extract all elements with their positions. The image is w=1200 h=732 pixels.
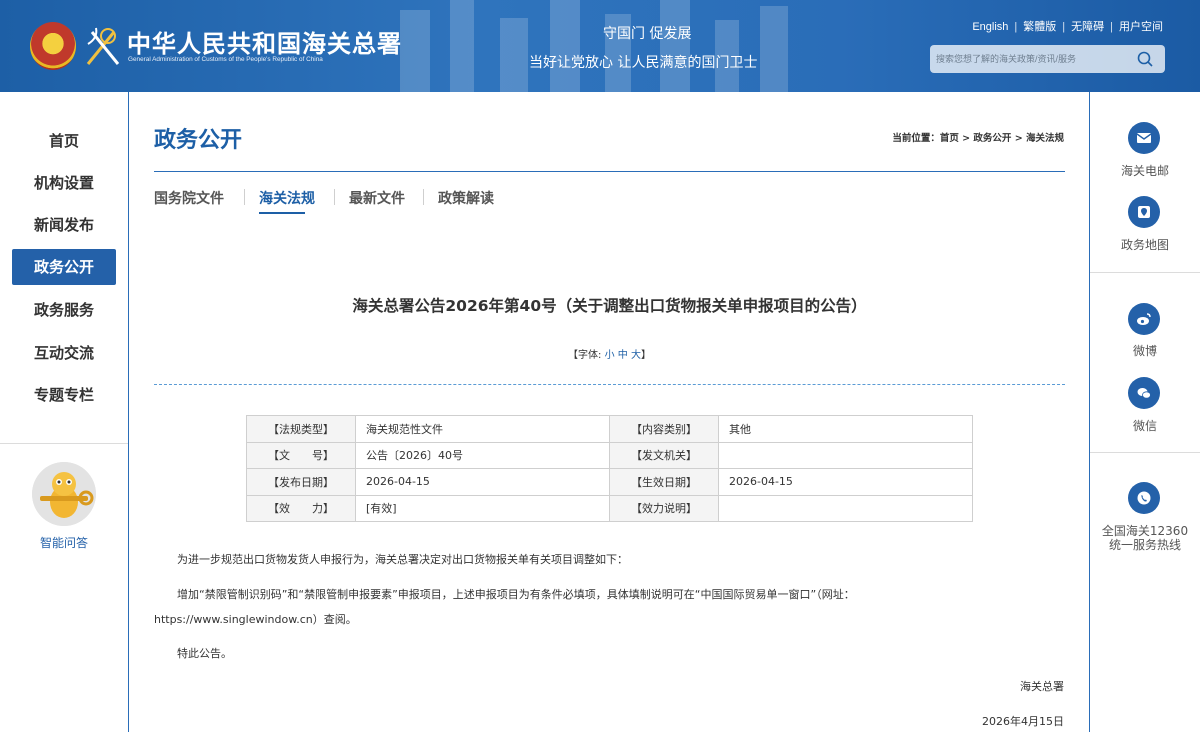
divider	[1090, 272, 1200, 273]
meta-key: 【效力说明】	[609, 494, 719, 522]
phone-icon[interactable]	[1128, 482, 1160, 514]
site-header: 中华人民共和国海关总署 General Administration of Cu…	[0, 0, 1200, 92]
table-row: 【法规类型】 海关规范性文件 【内容类别】 其他	[246, 415, 973, 443]
divider	[1090, 452, 1200, 453]
divider	[244, 189, 245, 205]
customs-badge-logo[interactable]	[84, 24, 122, 68]
weibo-icon[interactable]	[1128, 303, 1160, 335]
body-paragraph: 增加“禁限管制识别码”和“禁限管制申报要素”申报项目，上述申报项目为有条件必填项…	[177, 588, 855, 601]
tab-latest-docs[interactable]: 最新文件	[349, 188, 405, 208]
national-emblem-logo[interactable]	[30, 22, 76, 70]
search-input[interactable]	[936, 50, 1126, 68]
font-size-prefix: 【字体:	[568, 350, 605, 361]
wechat-icon[interactable]	[1128, 377, 1160, 409]
link-english[interactable]: English	[972, 21, 1008, 33]
site-logo-title[interactable]: 中华人民共和国海关总署	[127, 24, 402, 59]
assistant-label[interactable]: 智能问答	[0, 534, 128, 551]
tab-policy-interpretation[interactable]: 政策解读	[438, 188, 494, 208]
nav-item-news[interactable]: 新闻发布	[12, 207, 116, 243]
divider	[154, 384, 1065, 385]
left-sidebar: 首页 机构设置 新闻发布 政务公开 政务服务 互动交流 专题专栏 智能问答	[0, 92, 129, 732]
active-tab-indicator	[259, 212, 305, 214]
divider	[154, 171, 1065, 172]
link-accessibility[interactable]: 无障碍	[1071, 21, 1104, 33]
font-large-button[interactable]: 大	[631, 350, 641, 361]
site-logo-english: General Administration of Customs of the…	[128, 56, 323, 63]
table-row: 【文 号】 公告〔2026〕40号 【发文机关】	[246, 441, 973, 469]
meta-value: 海关规范性文件	[355, 415, 610, 443]
font-size-suffix: 】	[640, 350, 651, 361]
nav-item-gov-service[interactable]: 政务服务	[12, 292, 116, 328]
meta-key: 【文 号】	[246, 441, 356, 469]
assistant-mascot-icon[interactable]	[32, 462, 96, 526]
body-paragraph-continued: https://www.singlewindow.cn）查阅。	[154, 613, 357, 626]
divider	[334, 189, 335, 205]
meta-value	[718, 441, 973, 469]
search-icon[interactable]	[1137, 51, 1153, 67]
nav-item-gov-info[interactable]: 政务公开	[12, 249, 116, 285]
document-date: 2026年4月15日	[982, 715, 1064, 728]
meta-value	[718, 494, 973, 522]
table-row: 【发布日期】 2026-04-15 【生效日期】 2026-04-15	[246, 468, 973, 496]
divider: |	[1014, 21, 1018, 33]
document-title: 海关总署公告2026年第40号（关于调整出口货物报关单申报项目的公告）	[352, 297, 867, 315]
meta-value: 其他	[718, 415, 973, 443]
meta-key: 【发文机关】	[609, 441, 719, 469]
meta-key: 【生效日期】	[609, 468, 719, 496]
tab-state-council-docs[interactable]: 国务院文件	[154, 188, 224, 208]
right-label-weibo[interactable]: 微博	[1090, 344, 1200, 358]
meta-value: 2026-04-15	[718, 468, 973, 496]
top-links: English | 繁體版 | 无障碍 | 用户空间	[972, 18, 1163, 34]
table-row: 【效 力】 [有效] 【效力说明】	[246, 494, 973, 522]
search-box	[930, 45, 1165, 73]
page-title: 政务公开	[154, 127, 243, 153]
right-label-wechat[interactable]: 微信	[1090, 419, 1200, 433]
right-sidebar: 海关电邮 政务地图 微博 微信 全国海关12360 统一服务热线	[1089, 92, 1200, 732]
right-label-map[interactable]: 政务地图	[1090, 238, 1200, 252]
font-size-selector: 【字体: 小 中 大】	[154, 346, 1065, 361]
hotline-line-1: 全国海关12360	[1101, 524, 1189, 538]
map-icon[interactable]	[1128, 196, 1160, 228]
nav-item-organization[interactable]: 机构设置	[12, 165, 116, 201]
link-user-space[interactable]: 用户空间	[1119, 21, 1163, 33]
right-label-hotline[interactable]: 全国海关12360 统一服务热线	[1090, 524, 1200, 552]
divider	[0, 443, 128, 444]
font-small-button[interactable]: 小	[605, 350, 615, 361]
hotline-line-2: 统一服务热线	[1108, 538, 1181, 552]
slogan-line-1: 守国门 促发展	[603, 26, 692, 42]
font-medium-button[interactable]: 中	[618, 350, 628, 361]
divider: |	[1062, 21, 1066, 33]
signature: 海关总署	[1020, 680, 1064, 693]
nav-item-home[interactable]: 首页	[12, 123, 116, 159]
divider	[423, 189, 424, 205]
slogan-line-2: 当好让党放心 让人民满意的国门卫士	[529, 55, 758, 71]
body-paragraph: 特此公告。	[177, 647, 232, 660]
meta-value: [有效]	[355, 494, 610, 522]
meta-key: 【发布日期】	[246, 468, 356, 496]
document-metadata-table: 【法规类型】 海关规范性文件 【内容类别】 其他 【文 号】 公告〔2026〕4…	[246, 415, 973, 522]
right-label-mail[interactable]: 海关电邮	[1090, 164, 1200, 178]
meta-value: 2026-04-15	[355, 468, 610, 496]
meta-value: 公告〔2026〕40号	[355, 441, 610, 469]
meta-key: 【内容类别】	[609, 415, 719, 443]
nav-item-topics[interactable]: 专题专栏	[12, 377, 116, 413]
meta-key: 【法规类型】	[246, 415, 356, 443]
body-paragraph: 为进一步规范出口货物发货人申报行为，海关总署决定对出口货物报关单有关项目调整如下…	[177, 553, 628, 566]
tab-customs-regulations[interactable]: 海关法规	[259, 188, 315, 208]
building-background	[400, 0, 788, 92]
breadcrumb[interactable]: 当前位置：首页 > 政务公开 > 海关法规	[892, 130, 1064, 144]
link-traditional[interactable]: 繁體版	[1023, 21, 1056, 33]
meta-key: 【效 力】	[246, 494, 356, 522]
divider: |	[1110, 21, 1113, 33]
nav-item-interaction[interactable]: 互动交流	[12, 335, 116, 371]
mail-icon[interactable]	[1128, 122, 1160, 154]
